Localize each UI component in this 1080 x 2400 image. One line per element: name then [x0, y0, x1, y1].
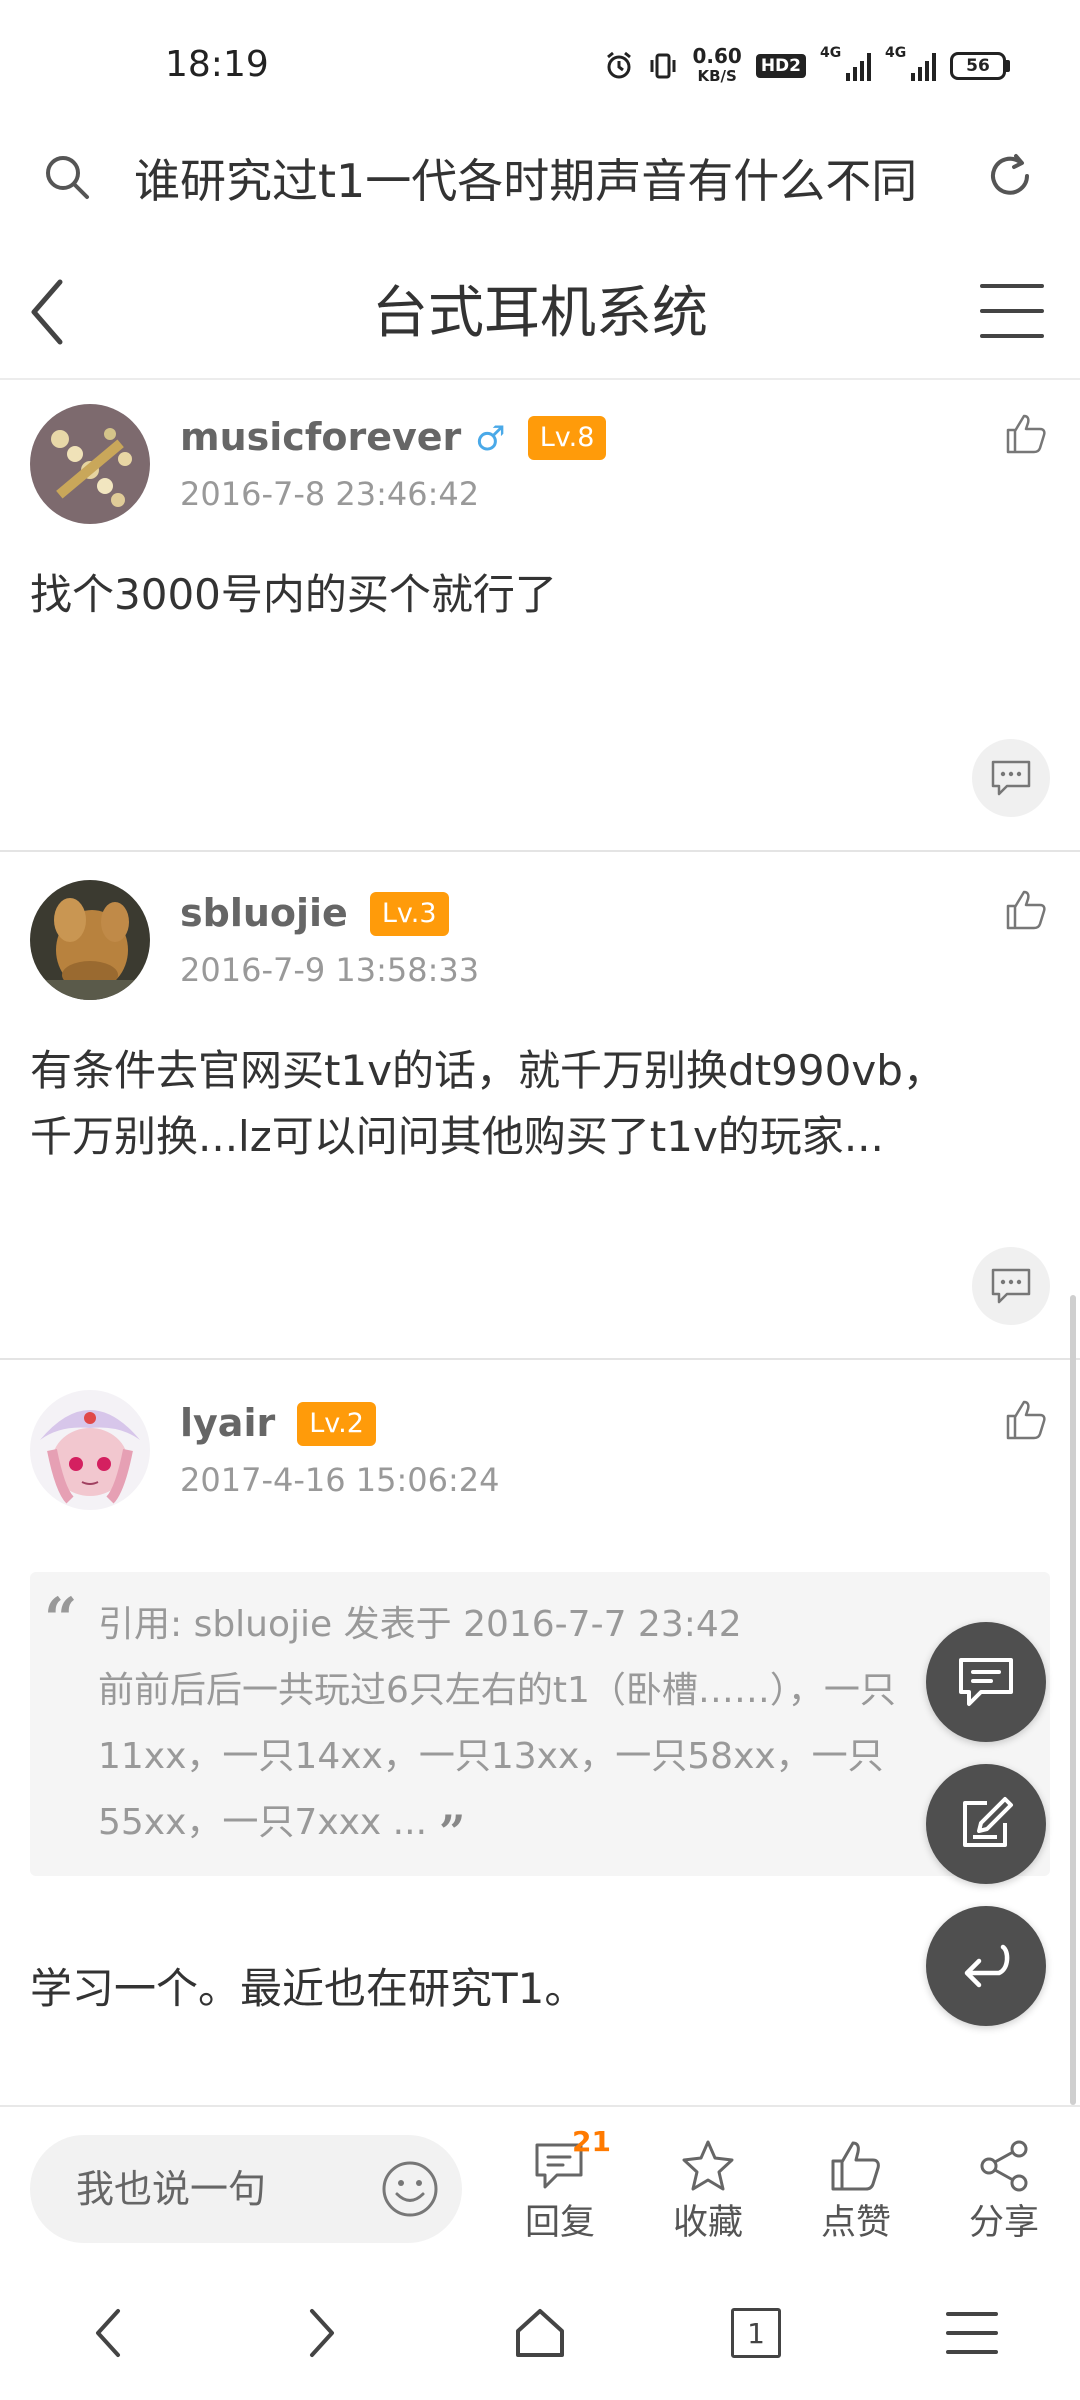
quote-close-icon: ”: [439, 1805, 466, 1859]
post-content-line: 千万别换...lz可以问问其他购买了t1v的玩家...: [30, 1112, 884, 1161]
avatar[interactable]: [30, 404, 150, 524]
username[interactable]: musicforever ♂ Lv.8: [180, 412, 607, 464]
avatar[interactable]: [30, 1390, 150, 1510]
favorite-label: 收藏: [672, 2203, 743, 2243]
signal-icon: 4G: [820, 45, 871, 81]
chevron-left-icon: [96, 2309, 120, 2357]
quote-line: 引用: sbluojie 发表于 2016-7-7 23:42: [98, 1604, 742, 1645]
avatar[interactable]: [30, 880, 150, 1000]
comment-icon: [991, 1268, 1031, 1304]
status-time: 18:19: [165, 44, 269, 85]
level-badge: Lv.3: [369, 892, 449, 936]
battery-icon: 56: [950, 52, 1010, 80]
action-bar: 我也说一句 21 回复 收藏 点赞 分享: [0, 2105, 1080, 2265]
tabs-icon: 1: [731, 2308, 781, 2358]
quote-line: 前前后后一共玩过6只左右的t1（卧槽……），一只: [98, 1670, 896, 1711]
nav-menu-button[interactable]: [932, 2293, 1012, 2373]
browser-nav-bar: 1: [0, 2265, 1080, 2400]
menu-icon[interactable]: [978, 280, 1046, 342]
username[interactable]: sbluojie Lv.3: [180, 888, 449, 938]
quote-line: 55xx，一只7xxx ...”: [98, 1790, 980, 1865]
thumbs-up-icon: [831, 2141, 880, 2191]
comment-button[interactable]: [972, 739, 1050, 817]
post-content: 有条件去官网买t1v的话，就千万别换dt990vb， 千万别换...lz可以问问…: [30, 1038, 1050, 1170]
post-item: sbluojie Lv.3 2016-7-9 13:58:33 有条件去官网买t1…: [0, 852, 1080, 1360]
share-icon: [980, 2140, 1028, 2192]
scrollbar[interactable]: [1070, 1295, 1076, 2105]
quote-box: “ 引用: sbluojie 发表于 2016-7-7 23:42 前前后后一共…: [30, 1572, 1050, 1876]
emoji-icon[interactable]: [380, 2159, 440, 2219]
chat-icon: [959, 1658, 1013, 1706]
nav-tabs-button[interactable]: 1: [716, 2293, 796, 2373]
star-icon: [682, 2140, 734, 2191]
male-gender-icon: ♂: [475, 419, 506, 459]
floating-comments-button[interactable]: [926, 1622, 1046, 1742]
level-badge: Lv.8: [527, 416, 607, 460]
return-icon: [964, 1944, 1010, 1988]
nav-home-button[interactable]: [500, 2293, 580, 2373]
url-text[interactable]: 谁研究过t1一代各时期声音有什么不同: [134, 148, 934, 214]
post-item: musicforever ♂ Lv.8 2016-7-8 23:46:42 找个30…: [0, 382, 1080, 852]
share-button[interactable]: 分享: [944, 2137, 1064, 2245]
reply-input[interactable]: 我也说一句: [30, 2135, 462, 2243]
thumbs-up-icon[interactable]: [1002, 410, 1050, 458]
floating-back-button[interactable]: [926, 1906, 1046, 2026]
home-icon: [516, 2309, 564, 2357]
comment-icon: [991, 760, 1031, 796]
refresh-icon[interactable]: [982, 148, 1038, 204]
share-label: 分享: [968, 2203, 1039, 2243]
status-icons: 0.60 KB/S HD2 4G 4G 56: [604, 44, 1010, 86]
reply-label: 回复: [524, 2203, 595, 2243]
forum-header: 台式耳机系统: [0, 250, 1080, 380]
level-badge: Lv.2: [297, 1402, 376, 1446]
post-content: 学习一个。最近也在研究T1。: [30, 1964, 587, 2013]
vibrate-icon: [650, 53, 676, 79]
alarm-icon: [607, 51, 632, 79]
hd-voice-badge: HD2: [755, 54, 806, 78]
signal-icon-2: 4G: [885, 45, 936, 81]
quote-open-icon: “: [44, 1585, 78, 1653]
nav-forward-button[interactable]: [282, 2293, 362, 2373]
reply-count-badge: 21: [572, 2125, 611, 2158]
post-content: 找个3000号内的买个就行了: [30, 570, 557, 619]
post-time: 2017-4-16 15:06:24: [180, 1461, 500, 1499]
post-time: 2016-7-9 13:58:33: [180, 951, 480, 989]
reply-placeholder[interactable]: 我也说一句: [76, 2162, 266, 2216]
page-title: 台式耳机系统: [372, 281, 708, 346]
net-speed: 0.60 KB/S: [692, 44, 742, 85]
favorite-button[interactable]: 收藏: [648, 2137, 768, 2245]
post-time: 2016-7-8 23:46:42: [180, 475, 480, 513]
post-content-line: 有条件去官网买t1v的话，就千万别换dt990vb，: [30, 1046, 945, 1095]
edit-icon: [963, 1797, 1013, 1847]
like-label: 点赞: [820, 2203, 891, 2243]
comment-button[interactable]: [972, 1247, 1050, 1325]
url-bar[interactable]: 谁研究过t1一代各时期声音有什么不同: [0, 130, 1080, 230]
menu-icon: [946, 2312, 998, 2354]
like-button[interactable]: 点赞: [796, 2137, 916, 2245]
chevron-right-icon: [310, 2309, 334, 2357]
quote-line: 11xx，一只14xx，一只13xx，一只58xx，一只: [98, 1736, 884, 1777]
status-bar: 18:19 0.60 KB/S HD2 4G 4G 56: [0, 0, 1080, 130]
post-item: lyair Lv.2 2017-4-16 15:06:24 “ 引用: sbluo…: [0, 1360, 1080, 2105]
thumbs-up-icon[interactable]: [1002, 886, 1050, 934]
floating-edit-button[interactable]: [926, 1764, 1046, 1884]
search-icon[interactable]: [42, 152, 92, 202]
username[interactable]: lyair Lv.2: [180, 1398, 376, 1448]
nav-back-button[interactable]: [68, 2293, 148, 2373]
reply-button[interactable]: 21 回复: [500, 2125, 620, 2245]
thumbs-up-icon[interactable]: [1002, 1396, 1050, 1444]
tab-count: 1: [747, 2316, 765, 2350]
